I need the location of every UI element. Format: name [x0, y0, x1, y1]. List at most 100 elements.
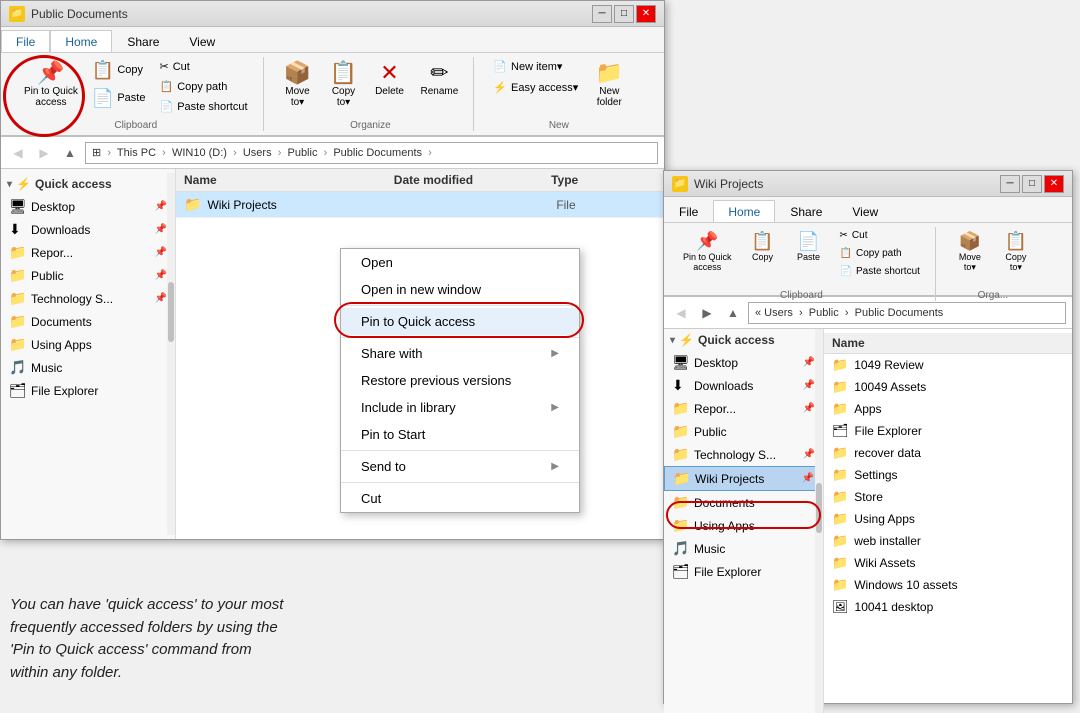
sidebar-item-documents[interactable]: 📁 Documents: [1, 310, 175, 333]
second-file-webinstaller[interactable]: 📁 web installer: [824, 530, 1072, 552]
second-file-settings[interactable]: 📁 Settings: [824, 464, 1072, 486]
sidebar-item-public[interactable]: 📁 Public 📌: [1, 264, 175, 287]
second-sidebar-wiki[interactable]: 📁 Wiki Projects 📌: [664, 466, 823, 491]
second-wiki-label: Wiki Projects: [695, 472, 798, 486]
second-address-path[interactable]: « Users › Public › Public Documents: [748, 302, 1066, 324]
second-sidebar-downloads[interactable]: ⬇ Downloads 📌: [664, 374, 823, 397]
copy-path-button[interactable]: 📋 Copy path: [152, 77, 254, 96]
second-up-button[interactable]: ▲: [722, 302, 744, 324]
second-pin-button[interactable]: 📌 Pin to Quickaccess: [676, 227, 739, 277]
second-desktop-label: Desktop: [694, 356, 799, 370]
move-to-button[interactable]: 📦 Moveto▾: [276, 57, 320, 113]
second-sidebar-file-explorer[interactable]: 🗂 File Explorer: [664, 560, 823, 583]
file-row-wiki[interactable]: 📁 Wiki Projects File: [176, 192, 664, 218]
minimize-button[interactable]: ─: [592, 5, 612, 23]
address-path[interactable]: ⊞ › This PC › WIN10 (D:) › Users › Publi…: [85, 142, 658, 164]
second-sidebar-music[interactable]: 🎵 Music: [664, 537, 823, 560]
paste-shortcut-button[interactable]: 📄 Paste shortcut: [152, 97, 254, 116]
second-copy-button[interactable]: 📋 Copy: [741, 227, 785, 267]
forward-button[interactable]: ▶: [33, 142, 55, 164]
ctx-pin-to-quick-access[interactable]: Pin to Quick access: [341, 308, 579, 335]
second-sidebar-scrollbar[interactable]: [815, 329, 823, 713]
sf-icon-7: 📁: [832, 489, 848, 505]
copy-button[interactable]: 📋 Copy: [87, 57, 151, 83]
second-minimize[interactable]: ─: [1000, 175, 1020, 193]
ctx-sep-2: [341, 337, 579, 338]
quick-access-header[interactable]: ▾ ⚡ Quick access: [1, 173, 175, 195]
second-sidebar-public[interactable]: 📁 Public: [664, 420, 823, 443]
second-maximize[interactable]: □: [1022, 175, 1042, 193]
ctx-cut[interactable]: Cut: [341, 485, 579, 512]
delete-button[interactable]: ✕ Delete: [368, 57, 412, 102]
ctx-share-with[interactable]: Share with ▶: [341, 340, 579, 367]
ctx-open-new-window[interactable]: Open in new window: [341, 276, 579, 303]
second-file-1049review[interactable]: 📁 1049 Review: [824, 354, 1072, 376]
second-desktop-icon: 🖥: [672, 354, 690, 371]
cut-button[interactable]: ✂ Cut: [152, 57, 254, 76]
public-icon: 📁: [9, 267, 27, 284]
second-file-10041desktop[interactable]: 🖼 10041 desktop: [824, 596, 1072, 618]
second-close[interactable]: ✕: [1044, 175, 1064, 193]
second-sidebar-desktop[interactable]: 🖥 Desktop 📌: [664, 351, 823, 374]
second-sidebar-techsuite[interactable]: 📁 Technology S... 📌: [664, 443, 823, 466]
paste-button[interactable]: 📄 Paste: [87, 85, 151, 111]
rename-button[interactable]: ✏ Rename: [414, 57, 466, 102]
sidebar-item-repor[interactable]: 📁 Repor... 📌: [1, 241, 175, 264]
sidebar-item-desktop[interactable]: 🖥 Desktop 📌: [1, 195, 175, 218]
sidebar-item-music[interactable]: 🎵 Music: [1, 356, 175, 379]
back-button[interactable]: ◀: [7, 142, 29, 164]
ctx-open[interactable]: Open: [341, 249, 579, 276]
second-back-button[interactable]: ◀: [670, 302, 692, 324]
second-move-button[interactable]: 📦 Moveto▾: [948, 227, 992, 278]
second-copy-path-button[interactable]: 📋 Copy path: [833, 245, 927, 262]
second-qa-label: Quick access: [698, 333, 775, 347]
second-tab-share[interactable]: Share: [775, 200, 837, 222]
new-item-button[interactable]: 📄 New item▾: [486, 57, 585, 76]
clipboard-label: Clipboard: [114, 120, 157, 131]
second-file-store[interactable]: 📁 Store: [824, 486, 1072, 508]
maximize-button[interactable]: □: [614, 5, 634, 23]
close-button[interactable]: ✕: [636, 5, 656, 23]
second-paste-shortcut-button[interactable]: 📄 Paste shortcut: [833, 263, 927, 280]
downloads-icon: ⬇: [9, 221, 27, 238]
second-paste-button[interactable]: 📄 Paste: [787, 227, 831, 267]
second-col-name: Name: [824, 333, 1072, 354]
second-file-win10assets[interactable]: 📁 Windows 10 assets: [824, 574, 1072, 596]
ctx-send-to[interactable]: Send to ▶: [341, 453, 579, 480]
second-file-apps[interactable]: 📁 Apps: [824, 398, 1072, 420]
new-folder-button[interactable]: 📁 Newfolder: [587, 57, 631, 113]
second-file-wikiassets[interactable]: 📁 Wiki Assets: [824, 552, 1072, 574]
easy-access-button[interactable]: ⚡ Easy access▾: [486, 78, 585, 97]
second-pin-4: 📌: [803, 449, 815, 460]
second-cut-button[interactable]: ✂ Cut: [833, 227, 927, 244]
sidebar-item-using-apps[interactable]: 📁 Using Apps: [1, 333, 175, 356]
ctx-include-library[interactable]: Include in library ▶: [341, 394, 579, 421]
ctx-pin-to-start[interactable]: Pin to Start: [341, 421, 579, 448]
tab-file[interactable]: File: [1, 30, 50, 52]
up-button[interactable]: ▲: [59, 142, 81, 164]
second-copy-to-button[interactable]: 📋 Copyto▾: [994, 227, 1038, 278]
copy-to-button[interactable]: 📋 Copyto▾: [322, 57, 366, 113]
pin-to-quick-access-button[interactable]: 📌 Pin to Quickaccess: [17, 57, 85, 113]
sidebar-scrollbar[interactable]: [167, 173, 175, 535]
second-sidebar-using-apps[interactable]: 📁 Using Apps: [664, 514, 823, 537]
sidebar-item-downloads[interactable]: ⬇ Downloads 📌: [1, 218, 175, 241]
second-sidebar-repor[interactable]: 📁 Repor... 📌: [664, 397, 823, 420]
tab-share[interactable]: Share: [112, 30, 174, 52]
sidebar-item-techsuite[interactable]: 📁 Technology S... 📌: [1, 287, 175, 310]
tab-home[interactable]: Home: [50, 30, 112, 52]
second-tab-view[interactable]: View: [837, 200, 893, 222]
ctx-send-label: Send to: [361, 459, 406, 474]
second-quick-access-header[interactable]: ▾ ⚡ Quick access: [664, 329, 823, 351]
second-tab-home[interactable]: Home: [713, 200, 775, 222]
tab-view[interactable]: View: [174, 30, 230, 52]
second-file-recoverdata[interactable]: 📁 recover data: [824, 442, 1072, 464]
second-sidebar-documents[interactable]: 📁 Documents: [664, 491, 823, 514]
second-file-10049assets[interactable]: 📁 10049 Assets: [824, 376, 1072, 398]
second-forward-button[interactable]: ▶: [696, 302, 718, 324]
second-file-fileexplorer[interactable]: 🗂 File Explorer: [824, 420, 1072, 442]
second-file-usingapps[interactable]: 📁 Using Apps: [824, 508, 1072, 530]
sidebar-item-file-explorer[interactable]: 🗂 File Explorer: [1, 379, 175, 402]
ctx-restore[interactable]: Restore previous versions: [341, 367, 579, 394]
second-tab-file[interactable]: File: [664, 200, 713, 222]
